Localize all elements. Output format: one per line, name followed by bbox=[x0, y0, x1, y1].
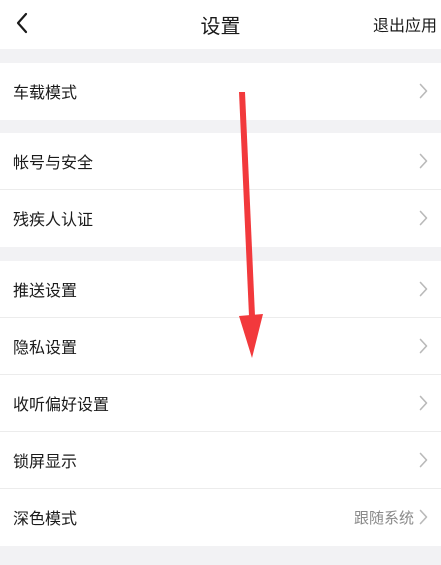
settings-item-listening-preferences[interactable]: 收听偏好设置 bbox=[0, 375, 441, 432]
settings-group-preferences: 推送设置 隐私设置 收听偏好设置 锁屏显示 深色模式 跟随系统 bbox=[0, 261, 441, 546]
dark-mode-value: 跟随系统 bbox=[353, 509, 414, 527]
chevron-right-icon bbox=[419, 281, 428, 297]
settings-item-label: 车载模式 bbox=[13, 83, 78, 102]
settings-item-disability-verification[interactable]: 残疾人认证 bbox=[0, 190, 441, 247]
settings-group-car: 车载模式 bbox=[0, 63, 441, 120]
settings-item-label: 推送设置 bbox=[13, 281, 78, 300]
chevron-right-icon bbox=[419, 338, 428, 354]
settings-item-account-security[interactable]: 帐号与安全 bbox=[0, 133, 441, 190]
settings-item-car-mode[interactable]: 车载模式 bbox=[0, 63, 441, 120]
settings-item-label: 收听偏好设置 bbox=[13, 395, 110, 414]
settings-screen: 设置 退出应用 车载模式 帐号与安全 残疾人认证 推送设置 隐私设置 收听偏好设 bbox=[0, 0, 441, 565]
back-button[interactable] bbox=[10, 8, 36, 38]
chevron-right-icon bbox=[419, 452, 428, 468]
settings-item-label: 隐私设置 bbox=[13, 338, 78, 357]
chevron-right-icon bbox=[419, 83, 428, 99]
settings-item-push[interactable]: 推送设置 bbox=[0, 261, 441, 318]
settings-item-label: 残疾人认证 bbox=[13, 210, 94, 229]
settings-item-label: 深色模式 bbox=[13, 509, 78, 528]
settings-item-label: 锁屏显示 bbox=[13, 452, 78, 471]
settings-item-dark-mode[interactable]: 深色模式 跟随系统 bbox=[0, 489, 441, 546]
top-bar: 设置 退出应用 bbox=[0, 0, 441, 49]
exit-app-button[interactable]: 退出应用 bbox=[373, 12, 437, 36]
chevron-right-icon bbox=[419, 509, 428, 525]
settings-item-lock-screen[interactable]: 锁屏显示 bbox=[0, 432, 441, 489]
chevron-right-icon bbox=[419, 395, 428, 411]
chevron-left-icon bbox=[16, 12, 28, 34]
settings-item-label: 帐号与安全 bbox=[13, 153, 94, 172]
settings-group-account: 帐号与安全 残疾人认证 bbox=[0, 133, 441, 247]
chevron-right-icon bbox=[419, 210, 428, 226]
chevron-right-icon bbox=[419, 153, 428, 169]
settings-item-privacy[interactable]: 隐私设置 bbox=[0, 318, 441, 375]
